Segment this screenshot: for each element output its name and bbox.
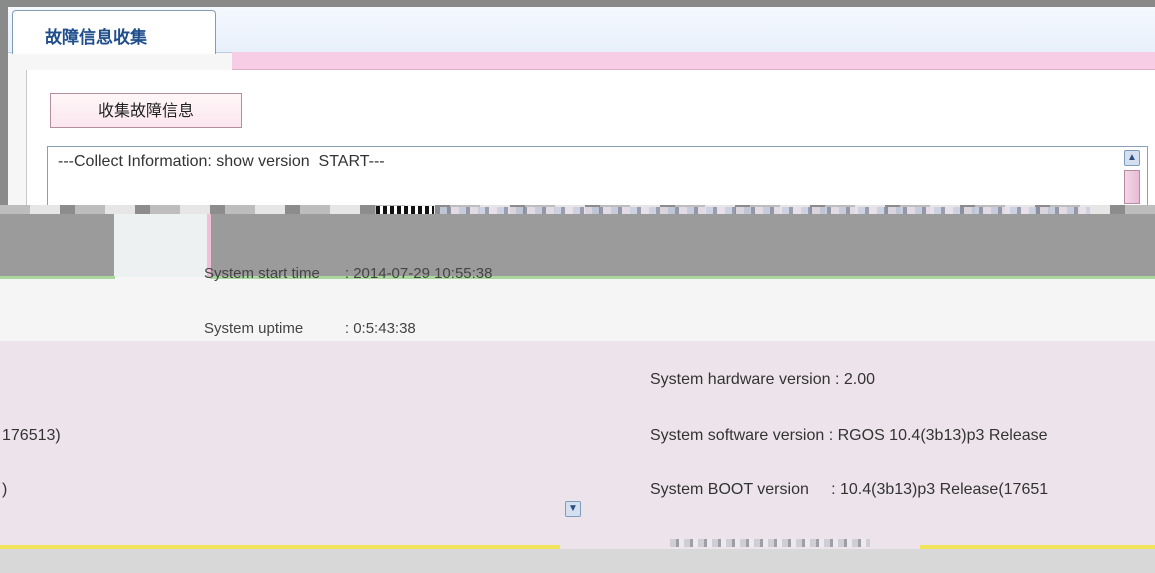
window-top-border [0,0,1155,7]
tab-header-bar [232,52,1155,70]
tab-label: 故障信息收集 [45,28,147,47]
glitch-bottom-noise [670,539,870,547]
log-lower-area [0,341,1155,573]
log-software-version: System software version : RGOS 10.4(3b13… [650,427,1048,444]
log-fragment-paren: ) [2,481,8,498]
collect-fault-info-button[interactable]: 收集故障信息 [50,93,242,128]
log-boot-version: System BOOT version : 10.4(3b13)p3 Relea… [650,481,1049,498]
scroll-up-icon[interactable]: ▲ [1124,150,1140,166]
tab-fault-info-collection[interactable]: 故障信息收集 [12,10,216,54]
log-system-start-time: System start time : 2014-07-29 10:55:38 [204,265,493,282]
glitch-light-band [0,279,1155,341]
log-first-line: ---Collect Information: show version STA… [58,153,385,170]
fault-info-window: 故障信息收集 收集故障信息 ---Collect Information: sh… [0,0,1155,573]
glitch-light-column [114,214,210,277]
log-fragment-release: 176513) [2,427,61,444]
scroll-down-icon[interactable]: ▼ [565,501,581,517]
scrollbar-thumb[interactable] [1124,170,1140,204]
log-system-uptime: System uptime : 0:5:43:38 [204,320,416,337]
bottom-band [0,549,1155,573]
log-hardware-version: System hardware version : 2.00 [650,371,875,388]
